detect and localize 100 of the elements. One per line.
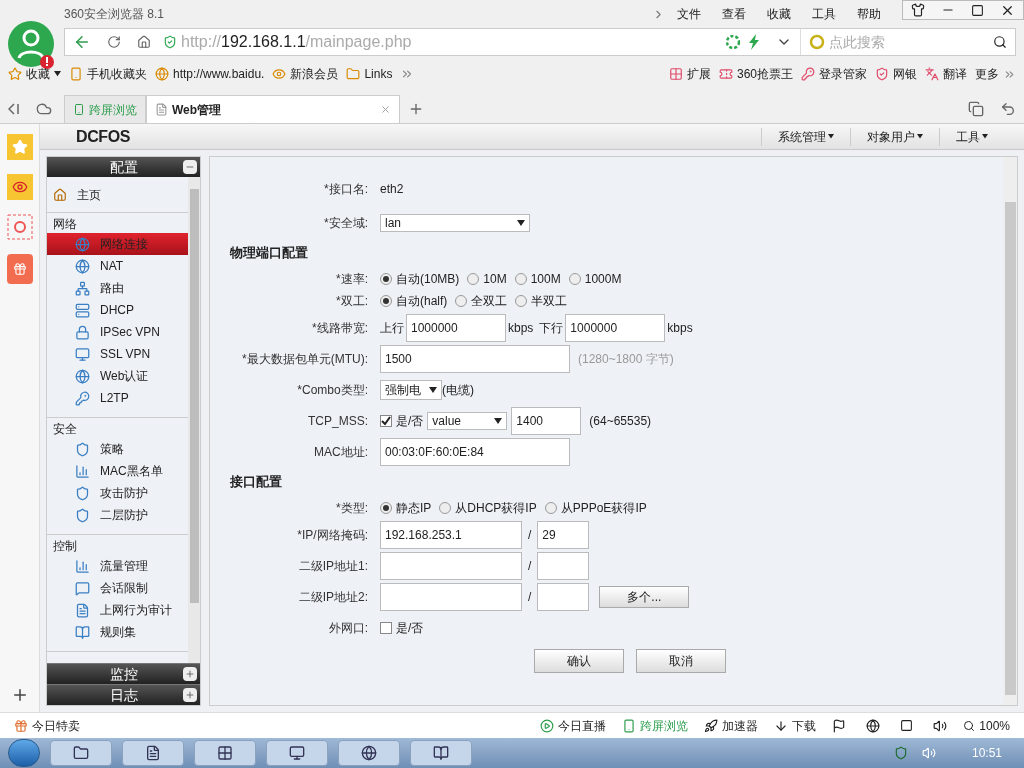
input-field[interactable] [380,551,522,580]
form-button[interactable]: 取消 [636,649,726,673]
bookmark-link[interactable]: 手机收藏夹 [87,65,147,83]
radio-button[interactable] [544,502,557,514]
toolbar-button[interactable]: 翻译 [943,65,967,83]
caret-icon[interactable] [917,134,923,139]
nav-item[interactable]: 策略 [100,440,124,458]
document-icon[interactable] [122,740,184,766]
nav-item[interactable]: SSL VPN [100,345,151,363]
lightning-icon[interactable] [748,34,760,50]
nav-item[interactable]: DHCP [100,301,134,319]
menu-item[interactable]: 帮助 [857,5,881,23]
globe-icon[interactable] [338,740,400,766]
input-field[interactable] [380,582,522,611]
eye-icon[interactable] [272,67,287,81]
toolbar-button[interactable]: 登录管家 [819,65,867,83]
gift-icon[interactable] [14,718,28,733]
zoom-icon[interactable] [963,719,976,732]
radio-button[interactable] [380,295,392,307]
reload-icon[interactable] [107,35,121,49]
panel-header[interactable]: 日志 [47,684,200,705]
radio-button[interactable] [380,502,392,514]
start-button[interactable] [8,739,40,767]
toolbar-button[interactable]: 扩展 [686,65,711,83]
checkbox[interactable] [380,621,392,634]
grid-icon[interactable] [668,67,683,81]
new-tab-icon[interactable] [408,101,424,117]
radio-button[interactable] [439,502,452,514]
input-field[interactable]: 1500 [380,344,570,373]
nav-item[interactable]: MAC黑名单 [100,462,163,480]
caret-icon[interactable] [517,219,525,226]
nav-item[interactable]: NAT [100,257,124,275]
plus-icon[interactable] [183,667,197,681]
phone-icon[interactable] [69,67,83,81]
menu-item[interactable]: 查看 [722,5,746,23]
toolbar-button[interactable]: 更多 [975,65,999,83]
zoom-level[interactable]: 100% [979,716,1010,735]
skin-icon[interactable] [911,3,925,17]
key-icon[interactable] [801,67,815,81]
nav-item[interactable]: 流量管理 [100,557,148,575]
bookmark-link[interactable]: Links [364,65,393,83]
toolbar-button[interactable]: 网银 [893,65,917,83]
status-button[interactable]: 加速器 [722,716,759,735]
nav-item[interactable]: 攻击防护 [100,484,148,502]
menu-item[interactable]: 文件 [677,5,701,23]
caret-icon[interactable] [494,417,503,424]
search-icon[interactable] [993,35,1007,49]
input-field[interactable]: 192.168.253.1 [380,520,522,549]
top-menu-item[interactable]: 对象用户 [867,127,915,146]
scrollbar[interactable] [1003,157,1017,705]
rocket-icon[interactable] [704,718,719,733]
flag-icon[interactable] [832,718,847,733]
ticket-icon[interactable] [718,67,733,81]
radio-button[interactable] [568,273,581,285]
input-field[interactable]: 1000000 [565,313,666,342]
select-field[interactable]: lan [380,213,530,232]
caret-icon[interactable] [828,134,834,139]
radio-button[interactable] [514,273,527,285]
panel-header[interactable]: 配置 [47,157,200,177]
spreadsheet-icon[interactable] [194,740,256,766]
folder-icon[interactable] [50,740,112,766]
top-menu-item[interactable]: 系统管理 [778,127,826,146]
close-icon[interactable] [1000,3,1015,18]
input-field[interactable]: 29 [537,520,590,549]
toolbar-button[interactable]: 360抢票王 [736,65,793,83]
top-menu-item[interactable]: 工具 [956,127,980,146]
nav-item[interactable]: 二层防护 [100,506,148,524]
input-field[interactable]: 00:03:0F:60:0E:84 [380,437,570,466]
status-button[interactable]: 跨屏浏览 [640,716,689,735]
input-field[interactable] [537,551,590,580]
bookmark-link[interactable]: http://www.baidu. [173,65,265,83]
select-field[interactable]: value [427,411,508,430]
radio-button[interactable] [380,273,392,285]
radio-button[interactable] [455,295,468,307]
sidebar-toggle-icon[interactable] [8,103,20,115]
more-button[interactable]: 多个... [599,585,690,608]
maximize-icon[interactable] [971,4,984,17]
select-field[interactable]: 强制电 [380,379,442,400]
phone-icon[interactable] [622,718,637,733]
terminal-icon[interactable] [266,740,328,766]
speaker-icon[interactable] [933,718,948,733]
menu-item[interactable]: 工具 [812,5,836,23]
window-icon[interactable] [900,719,914,732]
gift-icon[interactable] [6,254,33,284]
bookmark-link[interactable]: 收藏 [26,65,50,83]
windows-icon[interactable] [968,101,984,117]
menu-item[interactable]: 收藏 [767,5,791,23]
input-field[interactable]: 1400 [511,406,582,435]
status-button[interactable]: 今日直播 [558,716,607,735]
status-button[interactable]: 下载 [792,716,817,735]
avatar-icon[interactable] [7,20,57,70]
radio-button[interactable] [515,295,528,307]
eye-icon[interactable] [6,174,33,200]
nav-item[interactable]: 主页 [77,185,101,204]
bookmark-link[interactable]: 新浪会员 [290,65,339,83]
shield-icon[interactable] [875,67,889,81]
checkbox[interactable] [380,414,392,427]
translate-icon[interactable] [925,67,939,81]
undo-icon[interactable] [1000,101,1016,117]
back-icon[interactable] [73,33,91,51]
